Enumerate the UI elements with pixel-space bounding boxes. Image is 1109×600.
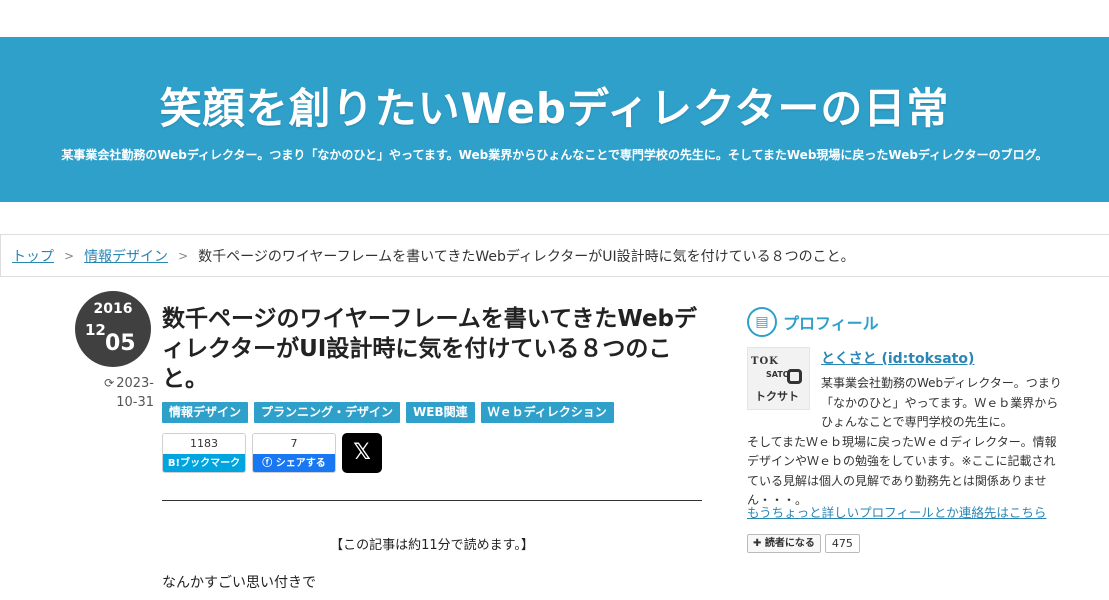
blog-header: 笑顔を創りたいWebディレクターの日常 某事業会社勤務のWebディレクター。つま…: [0, 37, 1109, 202]
x-share-button[interactable]: 𝕏: [342, 433, 382, 473]
profile-heading: ▤ プロフィール: [747, 307, 1065, 337]
profile-description-rest: そしてまたＷｅｂ現場に戻ったＷｅｄディレクター。情報デザインやＷｅｂの勉強をして…: [747, 434, 1057, 508]
breadcrumb: トップ > 情報デザイン > 数千ページのワイヤーフレームを書いてきたWebディ…: [0, 234, 1109, 277]
updated-date: ⟳ 2023- 10-31: [84, 374, 154, 412]
category-tag[interactable]: プランニング・デザイン: [254, 402, 401, 423]
entry-title[interactable]: 数千ページのワイヤーフレームを書いてきたWebディレクターがUI設計時に気を付け…: [162, 304, 712, 394]
profile-detail-link[interactable]: もうちょっと詳しいプロフィールとか連絡先はこちら: [747, 502, 1046, 521]
entry-divider: [162, 500, 702, 501]
facebook-share-button[interactable]: 7 ⓕ シェアする: [252, 433, 336, 473]
entry-date-month: 12: [85, 321, 106, 339]
facebook-share-text: シェアする: [275, 458, 326, 469]
updated-date-line2: 10-31: [116, 395, 154, 410]
category-tag[interactable]: Ｗｅｂディレクション: [480, 402, 614, 423]
hatena-bookmark-count: 1183: [190, 437, 218, 450]
sync-icon: ⟳: [104, 376, 115, 390]
read-time-notice: 【この記事は約11分で読めます。】: [330, 538, 534, 553]
category-tag[interactable]: WEB関連: [406, 402, 475, 423]
facebook-share-count: 7: [290, 437, 298, 450]
subscribe-area: ✚ 読者になる 475: [747, 534, 860, 553]
blog-title[interactable]: 笑顔を創りたいWebディレクターの日常: [0, 75, 1109, 136]
breadcrumb-separator: >: [64, 248, 75, 263]
blog-description: 某事業会社勤務のWebディレクター。つまり「なかのひと」やってます。Web業界か…: [61, 148, 1048, 162]
hatena-bookmark-button[interactable]: 1183 B!ブックマーク: [162, 433, 246, 473]
entry-date-badge: 2016 12 05: [75, 291, 151, 367]
profile-name-link[interactable]: とくさと (id:toksato): [821, 348, 974, 368]
breadcrumb-home-link[interactable]: トップ: [12, 246, 54, 266]
social-share-buttons: 1183 B!ブックマーク 7 ⓕ シェアする 𝕏: [162, 433, 382, 473]
breadcrumb-separator: >: [178, 248, 189, 263]
x-icon: 𝕏: [353, 440, 371, 465]
profile-heading-text: プロフィール: [783, 314, 879, 333]
facebook-icon: ⓕ: [262, 458, 276, 469]
category-tag[interactable]: 情報デザイン: [162, 402, 249, 423]
profile-description: 某事業会社勤務のWebディレクター。つまり「なかのひと」やってます。Ｗｅｂ業界か…: [747, 374, 1065, 511]
profile-description-first: 某事業会社勤務のWebディレクター。つまり「なかのひと」やってます。Ｗｅｂ業界か…: [821, 376, 1062, 429]
entry-body-text: なんかすごい思い付きで: [162, 575, 316, 591]
facebook-share-label: ⓕ シェアする: [253, 454, 335, 472]
sidebar-profile: ▤ プロフィール TOK SATO トクサト とくさと (id:toksato)…: [747, 307, 1065, 553]
hatena-bookmark-label: B!ブックマーク: [163, 454, 245, 472]
subscribe-button[interactable]: ✚ 読者になる: [747, 534, 821, 553]
breadcrumb-category-link[interactable]: 情報デザイン: [84, 246, 168, 266]
subscriber-count: 475: [824, 534, 860, 553]
entry-categories: 情報デザイン プランニング・デザイン WEB関連 Ｗｅｂディレクション: [162, 402, 614, 423]
updated-date-line1: 2023-: [116, 376, 154, 391]
avatar-text-top: TOK: [751, 356, 779, 367]
entry-date-day: 05: [105, 331, 136, 356]
entry-date-year: 2016: [93, 301, 133, 317]
profile-card-icon: ▤: [747, 307, 777, 337]
breadcrumb-current: 数千ページのワイヤーフレームを書いてきたWebディレクターがUI設計時に気を付け…: [198, 248, 855, 265]
